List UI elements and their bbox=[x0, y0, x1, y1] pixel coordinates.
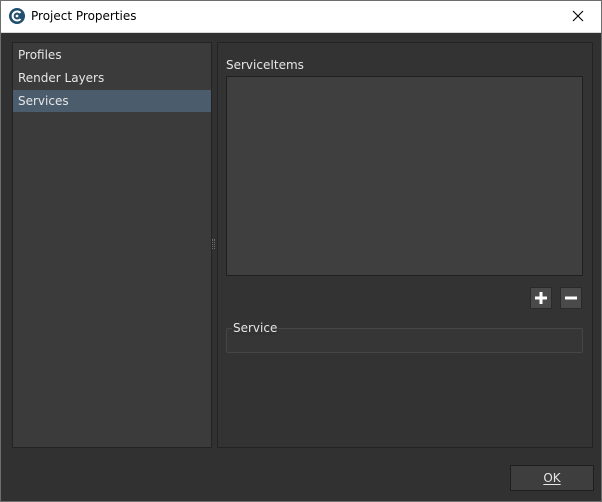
category-list: Profiles Render Layers Services bbox=[12, 42, 212, 448]
sidebar-item-render-layers[interactable]: Render Layers bbox=[13, 67, 211, 89]
sidebar-item-services[interactable]: Services bbox=[13, 90, 211, 112]
services-panel: ServiceItems Service bbox=[217, 42, 593, 448]
sidebar-item-label: Profiles bbox=[18, 48, 62, 62]
ok-button[interactable]: OK bbox=[510, 465, 594, 491]
sidebar-item-label: Render Layers bbox=[18, 71, 105, 85]
service-group-box: Service bbox=[226, 321, 583, 353]
plus-icon bbox=[535, 292, 547, 304]
splitter-handle[interactable] bbox=[212, 239, 215, 249]
service-items-list[interactable] bbox=[226, 76, 583, 276]
window-title: Project Properties bbox=[31, 9, 137, 23]
title-bar: Project Properties bbox=[1, 1, 601, 33]
service-group-label: Service bbox=[232, 321, 279, 335]
close-button[interactable] bbox=[555, 1, 601, 32]
service-items-label: ServiceItems bbox=[226, 58, 304, 72]
project-properties-dialog: Project Properties Profiles Render Layer… bbox=[0, 0, 602, 502]
sidebar-item-label: Services bbox=[18, 94, 69, 108]
minus-icon bbox=[565, 296, 577, 300]
close-icon bbox=[572, 10, 584, 22]
add-service-button[interactable] bbox=[530, 287, 552, 309]
app-logo-icon bbox=[9, 8, 25, 24]
sidebar-item-profiles[interactable]: Profiles bbox=[13, 44, 211, 66]
remove-service-button[interactable] bbox=[560, 287, 582, 309]
